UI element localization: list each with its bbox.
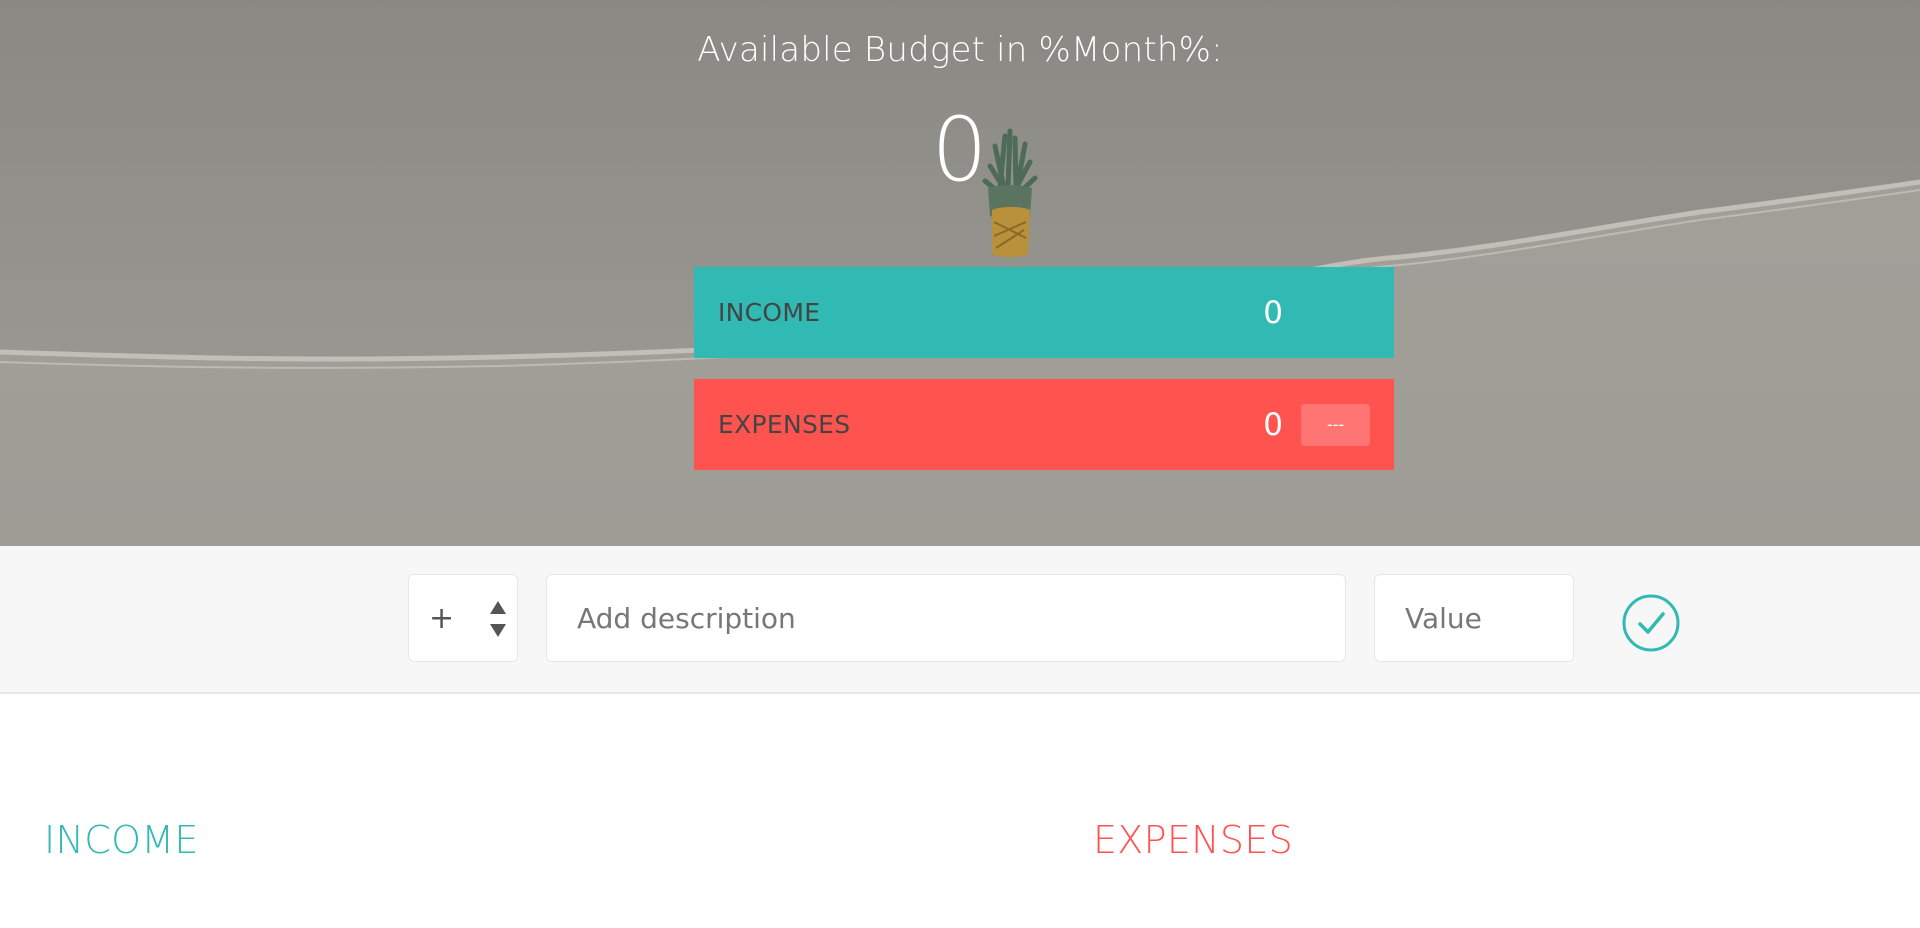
type-select[interactable]: + xyxy=(408,574,518,662)
budget-title: Available Budget in %Month%: xyxy=(697,30,1223,70)
income-summary-label: INCOME xyxy=(718,298,821,327)
type-select-value: + xyxy=(429,600,455,636)
add-button[interactable] xyxy=(1620,592,1682,654)
add-entry-bar: + xyxy=(0,546,1920,694)
value-input[interactable] xyxy=(1374,574,1574,662)
expenses-summary-label: EXPENSES xyxy=(718,410,851,439)
expenses-list-title: EXPENSES xyxy=(1093,818,1294,862)
expenses-summary-value: 0 xyxy=(1263,406,1283,443)
income-list-title: INCOME xyxy=(44,818,199,862)
check-circle-icon xyxy=(1622,594,1680,652)
description-input[interactable] xyxy=(546,574,1346,662)
expenses-summary: EXPENSES 0 --- xyxy=(694,379,1394,470)
expenses-percentage-badge: --- xyxy=(1301,403,1370,446)
income-summary: INCOME 0 xyxy=(694,267,1394,358)
budget-value: 0 xyxy=(931,98,989,201)
income-summary-percentage-spacer xyxy=(1301,292,1370,334)
select-arrows-icon xyxy=(490,601,506,637)
income-summary-value: 0 xyxy=(1263,294,1283,331)
budget-header: Available Budget in %Month%: 0 INCOME 0 … xyxy=(0,0,1920,546)
